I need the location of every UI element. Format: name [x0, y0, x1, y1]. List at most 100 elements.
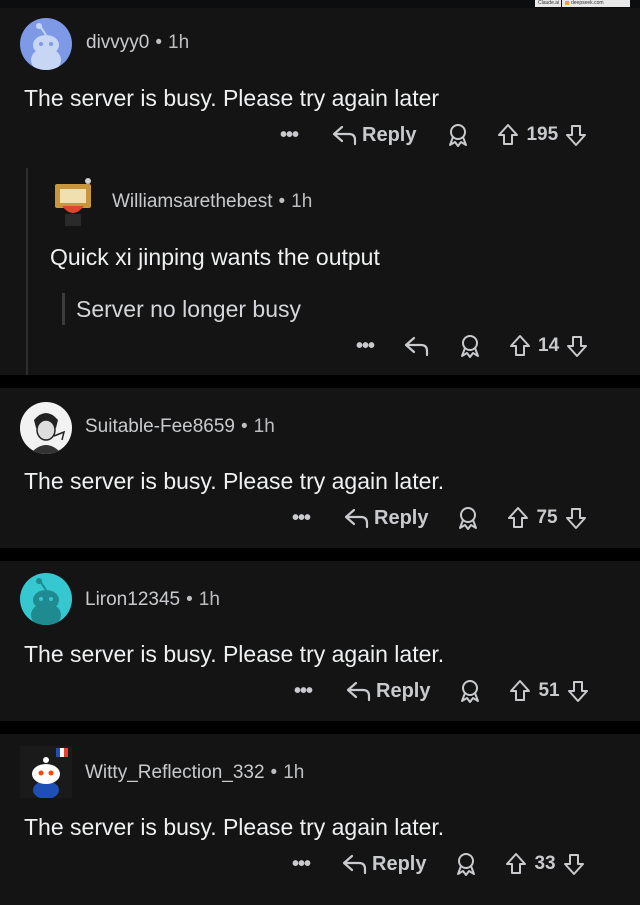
- username[interactable]: Liron12345: [85, 589, 180, 610]
- more-options-button[interactable]: •••: [356, 335, 384, 358]
- comment-body: The server is busy. Please try again lat…: [24, 85, 440, 111]
- upvote-icon[interactable]: [496, 122, 520, 148]
- comment-actions: ••• Reply 33: [292, 849, 586, 879]
- browser-tab-claude[interactable]: Claude.ai: [535, 0, 561, 7]
- avatar[interactable]: [47, 176, 99, 228]
- award-icon: [457, 853, 476, 876]
- reply-button[interactable]: Reply: [346, 680, 430, 703]
- comment-meta: Williamsarethebest • 1h: [112, 191, 312, 213]
- downvote-icon[interactable]: [565, 333, 589, 359]
- upvote-icon[interactable]: [508, 678, 532, 704]
- snoo-avatar-icon: [32, 748, 68, 798]
- award-icon: [459, 507, 478, 530]
- meta-separator: •: [241, 416, 248, 437]
- avatar[interactable]: [20, 573, 72, 625]
- avatar[interactable]: [20, 402, 72, 454]
- award-icon: [461, 680, 480, 703]
- vote-controls: 51: [508, 678, 589, 704]
- vote-controls: 14: [508, 333, 589, 359]
- comment-thread: divvyy0 • 1h The server is busy. Please tr…: [0, 8, 640, 375]
- award-icon: [461, 335, 479, 358]
- thread-line[interactable]: [26, 168, 28, 375]
- avatar[interactable]: [20, 746, 72, 798]
- award-icon: [449, 124, 468, 147]
- timestamp: 1h: [291, 191, 313, 212]
- vote-controls: 75: [506, 505, 587, 531]
- username[interactable]: Witty_Reflection_332: [85, 762, 265, 783]
- reply-button[interactable]: Reply: [344, 507, 428, 530]
- comment-body: Quick xi jinping wants the output: [50, 244, 380, 270]
- username[interactable]: divvyy0: [86, 32, 149, 53]
- meta-separator: •: [155, 32, 163, 53]
- meta-separator: •: [270, 762, 278, 783]
- award-button[interactable]: [446, 122, 470, 148]
- reply-icon: [342, 854, 367, 875]
- reply-button[interactable]: Reply: [332, 124, 416, 147]
- reply-label: Reply: [372, 852, 427, 875]
- award-button[interactable]: [458, 678, 482, 704]
- browser-tab-deepseek-label: deepseek.com: [571, 0, 604, 6]
- vote-count: 33: [534, 853, 556, 874]
- comment-actions: ••• Reply 75: [292, 503, 588, 533]
- favicon-icon: [565, 0, 569, 5]
- browser-strip: Claude.ai deepseek.com: [0, 0, 640, 8]
- comment: Suitable-Fee8659 • 1h The server is busy. …: [0, 388, 640, 548]
- reply-icon: [344, 508, 369, 529]
- downvote-icon[interactable]: [564, 122, 588, 148]
- timestamp: 1h: [198, 589, 220, 610]
- meta-separator: •: [186, 589, 193, 610]
- reply-label: Reply: [374, 506, 429, 529]
- upvote-icon[interactable]: [506, 505, 530, 531]
- downvote-icon[interactable]: [562, 851, 586, 877]
- upvote-icon[interactable]: [508, 333, 532, 359]
- timestamp: 1h: [253, 416, 275, 437]
- comment-actions: ••• 14: [356, 331, 589, 361]
- comment-body: The server is busy. Please try again lat…: [24, 814, 445, 840]
- custom-avatar-icon: [55, 178, 91, 226]
- more-options-button[interactable]: •••: [294, 680, 322, 703]
- browser-tab-deepseek[interactable]: deepseek.com: [562, 0, 630, 7]
- comment-meta: Witty_Reflection_332 • 1h: [85, 762, 304, 784]
- comment-meta: divvyy0 • 1h: [86, 32, 189, 54]
- upvote-icon[interactable]: [504, 851, 528, 877]
- snoo-avatar-icon: [31, 23, 61, 70]
- more-options-button[interactable]: •••: [280, 124, 308, 147]
- more-options-button[interactable]: •••: [292, 853, 320, 876]
- snoo-avatar-icon: [31, 578, 61, 625]
- vote-count: 14: [538, 335, 560, 356]
- quote-bar: [62, 293, 65, 325]
- award-button[interactable]: [458, 333, 482, 359]
- comment-actions: ••• Reply 195: [280, 120, 588, 150]
- vote-count: 51: [538, 680, 560, 701]
- custom-avatar-icon: [30, 413, 66, 454]
- comment: Liron12345 • 1h The server is busy. Please…: [0, 561, 640, 721]
- award-button[interactable]: [454, 851, 478, 877]
- reply-button[interactable]: Reply: [342, 853, 426, 876]
- vote-count: 195: [526, 124, 559, 145]
- more-options-button[interactable]: •••: [292, 507, 320, 530]
- reply-icon: [404, 336, 429, 357]
- comment: Witty_Reflection_332 • 1h The server is bu…: [0, 734, 640, 905]
- vote-controls: 195: [496, 122, 588, 148]
- comment-actions: ••• Reply 51: [294, 676, 590, 706]
- comment-body: The server is busy. Please try again lat…: [24, 641, 445, 667]
- comment-body: The server is busy. Please try again lat…: [24, 468, 445, 494]
- reply-icon: [346, 681, 371, 702]
- reply-label: Reply: [362, 123, 417, 146]
- avatar[interactable]: [20, 18, 72, 70]
- reply-label: Reply: [376, 679, 431, 702]
- quote-text: Server no longer busy: [76, 296, 302, 322]
- timestamp: 1h: [168, 32, 190, 53]
- timestamp: 1h: [283, 762, 305, 783]
- vote-controls: 33: [504, 851, 585, 877]
- vote-count: 75: [536, 507, 558, 528]
- meta-separator: •: [278, 191, 286, 212]
- award-button[interactable]: [456, 505, 480, 531]
- downvote-icon[interactable]: [564, 505, 588, 531]
- username[interactable]: Williamsarethebest: [112, 191, 273, 212]
- downvote-icon[interactable]: [566, 678, 590, 704]
- username[interactable]: Suitable-Fee8659: [85, 416, 235, 437]
- comment-meta: Liron12345 • 1h: [85, 589, 220, 611]
- reply-button[interactable]: [404, 335, 430, 357]
- reply-icon: [332, 125, 357, 146]
